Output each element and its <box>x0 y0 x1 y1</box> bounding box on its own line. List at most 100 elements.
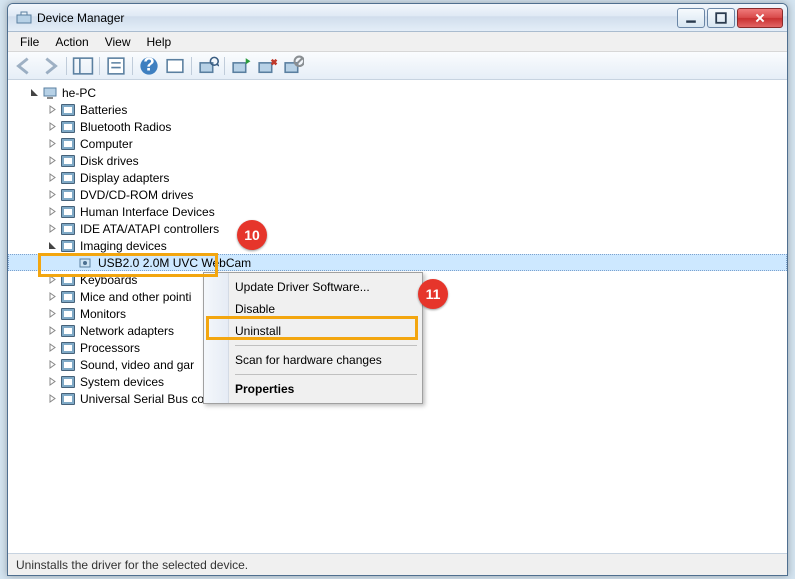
caret-icon[interactable] <box>44 289 60 305</box>
caret-icon[interactable] <box>44 306 60 322</box>
tree-category-node[interactable]: IDE ATA/ATAPI controllers <box>8 220 787 237</box>
tree-node-label: Disk drives <box>80 154 139 168</box>
caret-icon[interactable] <box>44 187 60 203</box>
ctx-item-label: Properties <box>235 382 294 396</box>
ctx-item-label: Scan for hardware changes <box>235 353 382 367</box>
tree-root-node[interactable]: he-PC <box>8 84 787 101</box>
webcam-icon <box>78 255 94 271</box>
tree-node-label: Imaging devices <box>80 239 167 253</box>
tree-node-label: Bluetooth Radios <box>80 120 171 134</box>
device-category-icon <box>60 187 76 203</box>
tree-node-label: Processors <box>80 341 140 355</box>
disable-button[interactable] <box>281 55 305 77</box>
help-button[interactable]: ? <box>137 55 161 77</box>
caret-icon[interactable] <box>44 272 60 288</box>
close-button[interactable] <box>737 8 783 28</box>
tree-category-node[interactable]: Human Interface Devices <box>8 203 787 220</box>
caret-icon[interactable] <box>44 204 60 220</box>
toolbar: ? <box>8 52 787 80</box>
app-icon <box>16 10 32 26</box>
caret-icon[interactable] <box>44 357 60 373</box>
ctx-item-label: Uninstall <box>235 324 281 338</box>
tree-category-node[interactable]: Computer <box>8 135 787 152</box>
tree-node-label: Mice and other pointi <box>80 290 191 304</box>
ctx-item-label: Disable <box>235 302 275 316</box>
ctx-scan-hardware[interactable]: Scan for hardware changes <box>207 349 419 371</box>
toolbar-separator <box>99 57 100 75</box>
caret-icon[interactable] <box>44 221 60 237</box>
caret-icon[interactable] <box>44 238 60 254</box>
tree-category-node[interactable]: Disk drives <box>8 152 787 169</box>
titlebar[interactable]: Device Manager <box>8 4 787 32</box>
tree-node-label: Network adapters <box>80 324 174 338</box>
ctx-disable[interactable]: Disable <box>207 298 419 320</box>
device-category-icon <box>60 272 76 288</box>
toolbar-separator <box>224 57 225 75</box>
tree-node-label: Sound, video and gar <box>80 358 194 372</box>
caret-icon[interactable] <box>44 136 60 152</box>
tree-node-label: System devices <box>80 375 164 389</box>
ctx-properties[interactable]: Properties <box>207 378 419 400</box>
ctx-uninstall[interactable]: Uninstall <box>207 320 419 342</box>
menu-view[interactable]: View <box>97 33 139 51</box>
back-button[interactable] <box>12 55 36 77</box>
caret-icon[interactable] <box>44 170 60 186</box>
minimize-button[interactable] <box>677 8 705 28</box>
action-button[interactable] <box>163 55 187 77</box>
tree-category-node[interactable]: Bluetooth Radios <box>8 118 787 135</box>
caret-icon[interactable] <box>26 85 42 101</box>
caret-icon[interactable] <box>44 102 60 118</box>
device-category-icon <box>60 391 76 407</box>
device-category-icon <box>60 289 76 305</box>
computer-icon <box>42 85 58 101</box>
ctx-item-label: Update Driver Software... <box>235 280 370 294</box>
menu-help[interactable]: Help <box>139 33 180 51</box>
tree-node-label: Monitors <box>80 307 126 321</box>
caret-icon[interactable] <box>44 340 60 356</box>
device-category-icon <box>60 340 76 356</box>
menu-action[interactable]: Action <box>47 33 96 51</box>
caret-icon[interactable] <box>44 119 60 135</box>
ctx-separator <box>235 374 417 375</box>
device-manager-window: Device Manager File Action View Help ? h… <box>7 3 788 576</box>
toolbar-separator <box>132 57 133 75</box>
device-category-icon <box>60 170 76 186</box>
svg-text:?: ? <box>143 55 155 75</box>
tree-node-label: DVD/CD-ROM drives <box>80 188 193 202</box>
toolbar-separator <box>191 57 192 75</box>
device-category-icon <box>60 102 76 118</box>
tree-category-node[interactable]: Imaging devices <box>8 237 787 254</box>
ctx-update-driver[interactable]: Update Driver Software... <box>207 276 419 298</box>
tree-category-node[interactable]: Batteries <box>8 101 787 118</box>
toolbar-separator <box>66 57 67 75</box>
caret-icon[interactable] <box>44 391 60 407</box>
caret-icon[interactable] <box>44 153 60 169</box>
device-category-icon <box>60 221 76 237</box>
caret-empty <box>62 255 78 271</box>
tree-node-label: Display adapters <box>80 171 169 185</box>
device-category-icon <box>60 136 76 152</box>
tree-node-label: Batteries <box>80 103 127 117</box>
tree-node-label: IDE ATA/ATAPI controllers <box>80 222 219 236</box>
scan-hardware-button[interactable] <box>196 55 220 77</box>
device-tree[interactable]: he-PC Batteries Bluetooth Radios Computer Di… <box>8 80 787 553</box>
tree-category-node[interactable]: Display adapters <box>8 169 787 186</box>
tree-node-label: he-PC <box>62 86 96 100</box>
menubar: File Action View Help <box>8 32 787 52</box>
maximize-button[interactable] <box>707 8 735 28</box>
ctx-separator <box>235 345 417 346</box>
menu-file[interactable]: File <box>12 33 47 51</box>
uninstall-button[interactable] <box>255 55 279 77</box>
properties-button[interactable] <box>104 55 128 77</box>
forward-button[interactable] <box>38 55 62 77</box>
caret-icon[interactable] <box>44 323 60 339</box>
tree-node-label: Computer <box>80 137 133 151</box>
tree-category-node[interactable]: DVD/CD-ROM drives <box>8 186 787 203</box>
show-hide-tree-button[interactable] <box>71 55 95 77</box>
update-driver-button[interactable] <box>229 55 253 77</box>
tree-node-label: Keyboards <box>80 273 137 287</box>
caret-icon[interactable] <box>44 374 60 390</box>
tree-node-label: Human Interface Devices <box>80 205 215 219</box>
tree-device-node[interactable]: USB2.0 2.0M UVC WebCam <box>8 254 787 271</box>
device-category-icon <box>60 204 76 220</box>
